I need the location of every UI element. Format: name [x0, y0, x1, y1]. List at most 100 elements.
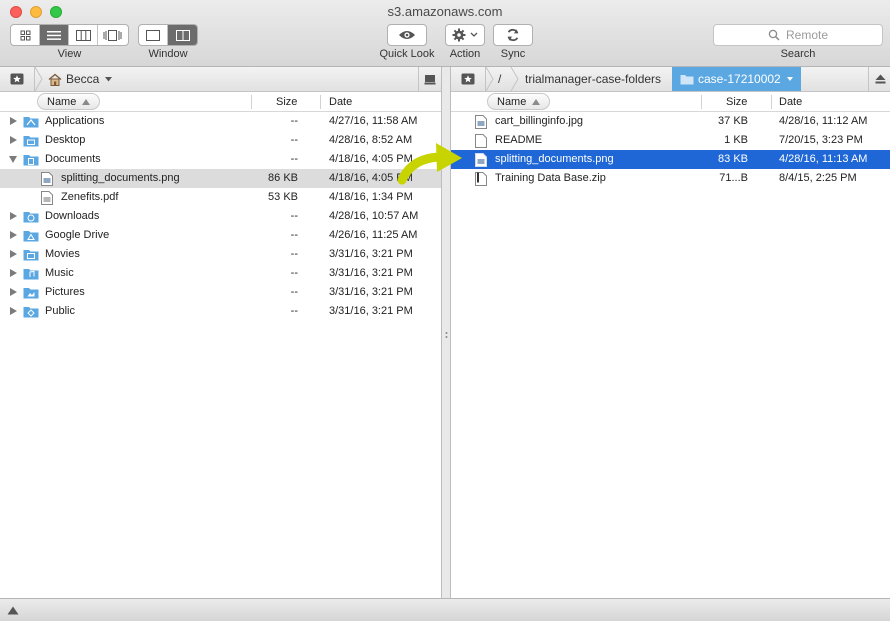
right-path-crumb-root[interactable]: /	[498, 67, 501, 91]
view-mode-control	[10, 24, 129, 46]
window-label: Window	[148, 48, 188, 60]
file-size: --	[290, 115, 298, 127]
folder-icon	[680, 74, 694, 84]
quick-look-label: Quick Look	[379, 48, 435, 60]
downloads-folder-icon	[23, 212, 39, 223]
dual-pane-button[interactable]	[168, 25, 197, 45]
right-row-cart-billinginfo[interactable]: cart_billinginfo.jpg 37 KB 4/28/16, 11:1…	[451, 112, 890, 131]
file-date: 3/31/16, 3:21 PM	[329, 248, 413, 260]
view-icons-button[interactable]	[11, 25, 40, 45]
chevron-down-icon	[105, 76, 113, 81]
disclosure-triangle-icon[interactable]	[10, 231, 17, 239]
left-path-crumb-home[interactable]: Becca	[48, 67, 113, 91]
sort-ascending-icon	[82, 98, 91, 105]
file-date: 4/27/16, 11:58 AM	[329, 115, 418, 127]
remote-search-input[interactable]: Remote	[713, 24, 883, 46]
view-coverflow-button[interactable]	[98, 25, 127, 45]
eye-icon	[399, 31, 415, 39]
disclosure-triangle-icon[interactable]	[10, 250, 17, 258]
left-row-public[interactable]: Public -- 3/31/16, 3:21 PM	[0, 302, 441, 321]
left-row-movies[interactable]: Movies -- 3/31/16, 3:21 PM	[0, 245, 441, 264]
columns-icon	[75, 29, 91, 41]
disclosure-triangle-icon[interactable]	[9, 156, 17, 163]
right-path-current-label: case-17210002	[698, 72, 781, 86]
drag-arrow-icon	[397, 143, 462, 185]
applications-folder-icon	[23, 117, 39, 128]
file-date: 3/31/16, 3:21 PM	[329, 267, 413, 279]
right-date-column-header[interactable]: Date	[779, 92, 802, 111]
right-path-crumb-current[interactable]: case-17210002	[672, 67, 801, 91]
view-columns-button[interactable]	[69, 25, 98, 45]
sync-button[interactable]	[493, 24, 533, 46]
file-size: --	[290, 229, 298, 241]
splitter-grip-icon	[445, 332, 448, 338]
right-path-bar: / trialmanager-case-folders case-1721000…	[451, 67, 890, 92]
left-drive-button[interactable]	[418, 67, 441, 91]
disclosure-triangle-icon[interactable]	[10, 212, 17, 220]
file-size: 53 KB	[268, 191, 298, 203]
left-row-downloads[interactable]: Downloads -- 4/28/16, 10:57 AM	[0, 207, 441, 226]
left-row-google-drive[interactable]: Google Drive -- 4/26/16, 11:25 AM	[0, 226, 441, 245]
text-file-icon	[475, 134, 487, 148]
path-separator-icon	[510, 67, 519, 91]
file-size: 86 KB	[268, 172, 298, 184]
right-path-crumb-parent[interactable]: trialmanager-case-folders	[525, 67, 661, 91]
quick-look-button[interactable]	[387, 24, 427, 46]
status-bar	[0, 598, 890, 621]
left-row-applications[interactable]: Applications -- 4/27/16, 11:58 AM	[0, 112, 441, 131]
drive-icon	[424, 74, 436, 84]
disclosure-triangle-icon[interactable]	[10, 288, 17, 296]
left-date-column-header[interactable]: Date	[329, 92, 352, 111]
public-folder-icon	[23, 307, 39, 318]
left-row-splitting-documents[interactable]: splitting_documents.png 86 KB 4/18/16, 4…	[0, 169, 441, 188]
file-size: --	[290, 248, 298, 260]
right-size-column-header[interactable]: Size	[726, 92, 747, 111]
file-size: 83 KB	[718, 153, 748, 165]
pictures-folder-icon	[23, 288, 39, 299]
left-favorites-button[interactable]	[0, 67, 35, 91]
gear-icon	[452, 28, 466, 42]
left-name-column-header[interactable]: Name	[37, 92, 101, 111]
file-name: splitting_documents.png	[61, 172, 180, 184]
sort-ascending-icon	[532, 98, 541, 105]
file-size: --	[290, 134, 298, 146]
view-list-button[interactable]	[40, 25, 69, 45]
file-size: 71...B	[719, 172, 748, 184]
search-label: Search	[780, 48, 816, 60]
documents-folder-icon	[23, 155, 39, 166]
file-date: 4/26/16, 11:25 AM	[329, 229, 418, 241]
left-row-desktop[interactable]: Desktop -- 4/28/16, 8:52 AM	[0, 131, 441, 150]
disclosure-triangle-icon[interactable]	[10, 136, 17, 144]
disclosure-triangle-icon[interactable]	[10, 269, 17, 277]
google-drive-folder-icon	[23, 231, 39, 242]
right-row-training-database[interactable]: Training Data Base.zip 71...B 8/4/15, 2:…	[451, 169, 890, 188]
view-label: View	[57, 48, 82, 60]
list-icon	[47, 30, 61, 40]
file-name: Google Drive	[45, 229, 110, 241]
action-label: Action	[449, 48, 481, 60]
right-row-readme[interactable]: README 1 KB 7/20/15, 3:23 PM	[451, 131, 890, 150]
file-date: 4/18/16, 1:34 PM	[329, 191, 413, 203]
home-icon	[48, 73, 62, 86]
right-name-column-header[interactable]: Name	[487, 92, 551, 111]
chevron-down-icon	[786, 77, 793, 81]
coverflow-icon	[103, 29, 122, 41]
left-size-column-header[interactable]: Size	[276, 92, 297, 111]
right-favorites-button[interactable]	[451, 67, 486, 91]
file-size: 1 KB	[724, 134, 748, 146]
action-menu-button[interactable]	[445, 24, 485, 46]
left-path-folder-label: Becca	[66, 72, 100, 86]
right-row-splitting-documents[interactable]: splitting_documents.png 83 KB 4/28/16, 1…	[451, 150, 890, 169]
disclosure-triangle-icon[interactable]	[10, 307, 17, 315]
disclosure-triangle-icon[interactable]	[10, 117, 17, 125]
triangle-up-icon[interactable]	[7, 606, 19, 615]
left-row-documents[interactable]: Documents -- 4/18/16, 4:05 PM	[0, 150, 441, 169]
file-name: Applications	[45, 115, 105, 127]
left-name-column-label: Name	[47, 95, 77, 108]
left-row-zenefits[interactable]: Zenefits.pdf 53 KB 4/18/16, 1:34 PM	[0, 188, 441, 207]
left-row-music[interactable]: Music -- 3/31/16, 3:21 PM	[0, 264, 441, 283]
right-eject-button[interactable]	[868, 67, 890, 91]
path-separator-icon	[485, 67, 494, 91]
left-row-pictures[interactable]: Pictures -- 3/31/16, 3:21 PM	[0, 283, 441, 302]
single-pane-button[interactable]	[139, 25, 168, 45]
